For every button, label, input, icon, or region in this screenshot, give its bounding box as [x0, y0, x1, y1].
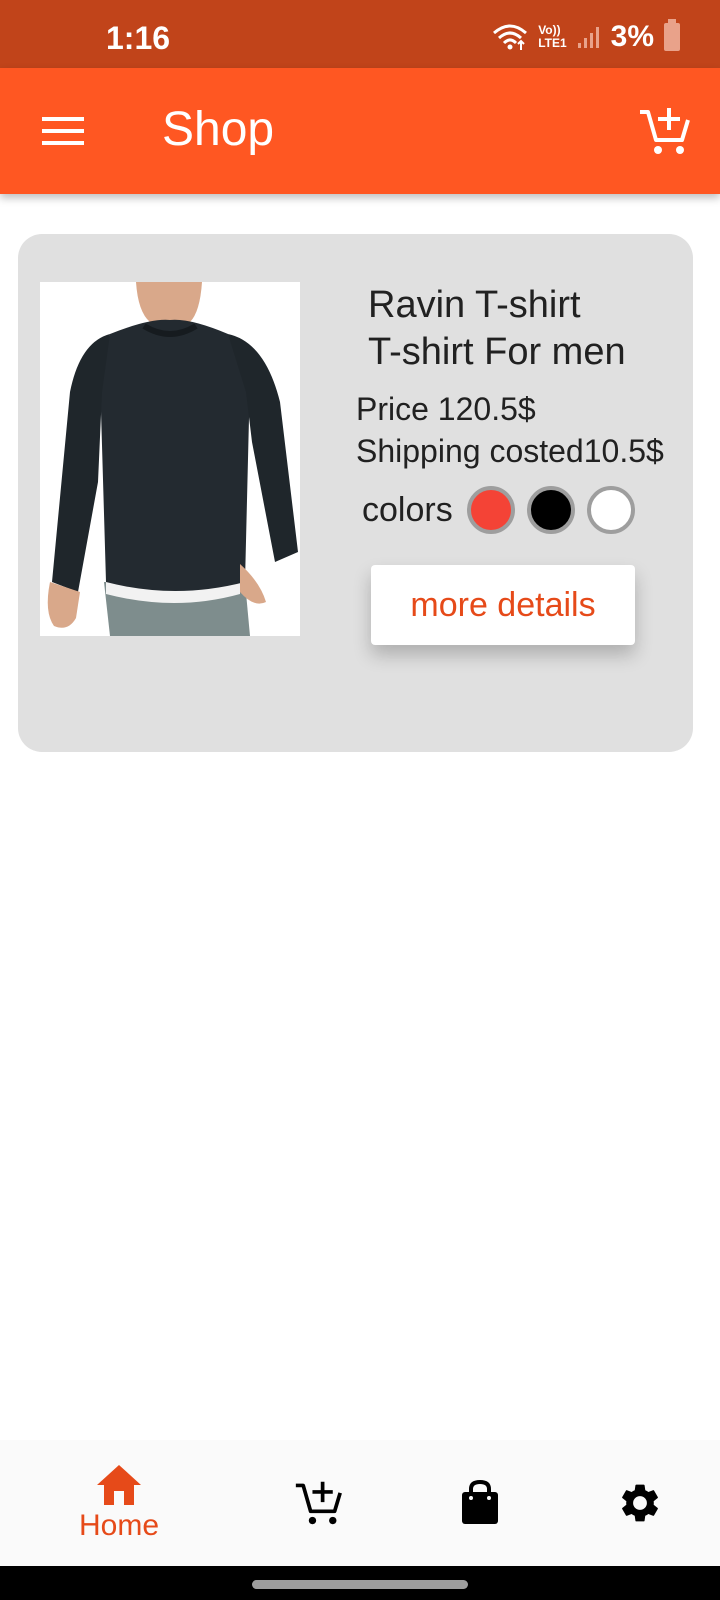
- signal-icon: [577, 27, 599, 48]
- colors-label: colors: [362, 490, 453, 529]
- wifi-icon: [493, 24, 528, 50]
- system-gesture-bar: [0, 1566, 720, 1600]
- settings-gear-icon: [622, 1484, 658, 1522]
- battery-icon: [664, 19, 680, 51]
- volte-indicator: Vo)) LTE1: [538, 24, 566, 50]
- product-price: Price 120.5$: [356, 391, 536, 427]
- color-swatch-black[interactable]: [526, 486, 575, 534]
- app-bar: Shop: [0, 68, 720, 194]
- color-swatch-white[interactable]: [586, 486, 635, 534]
- more-details-button[interactable]: more details: [371, 565, 635, 645]
- bottom-nav: Home: [0, 1440, 720, 1566]
- nav-item-settings[interactable]: [550, 1440, 720, 1566]
- nav-label-home: Home: [78, 1509, 160, 1542]
- status-icons: Vo)) LTE1 3%: [492, 19, 680, 54]
- nav-item-orders[interactable]: [390, 1440, 570, 1566]
- product-image[interactable]: [40, 282, 300, 636]
- color-options: colors: [362, 486, 647, 534]
- menu-icon[interactable]: [40, 111, 86, 151]
- add-shopping-cart-icon[interactable]: [638, 106, 690, 156]
- sweatshirt-photo: [40, 282, 300, 636]
- product-name: Ravin T-shirt T-shirt For men: [368, 284, 626, 373]
- home-icon: [97, 1465, 141, 1505]
- nav-item-home[interactable]: Home: [29, 1440, 209, 1566]
- volte-bottom-label: LTE1: [538, 36, 567, 50]
- battery-percent: 3%: [610, 20, 654, 53]
- page-title: Shop: [162, 103, 275, 156]
- home-gesture-handle[interactable]: [252, 1580, 468, 1589]
- status-time: 1:16: [106, 20, 171, 56]
- add-shopping-cart-icon: [295, 1481, 342, 1525]
- product-card[interactable]: Ravin T-shirt T-shirt For men Price 120.…: [18, 234, 693, 752]
- color-swatch-red[interactable]: [466, 486, 515, 534]
- status-bar: 1:16 Vo)) LTE1 3%: [0, 0, 720, 68]
- nav-item-cart[interactable]: [228, 1440, 408, 1566]
- shipping-cost: Shipping costed10.5$: [356, 433, 664, 469]
- shopping-bag-icon: [462, 1480, 498, 1524]
